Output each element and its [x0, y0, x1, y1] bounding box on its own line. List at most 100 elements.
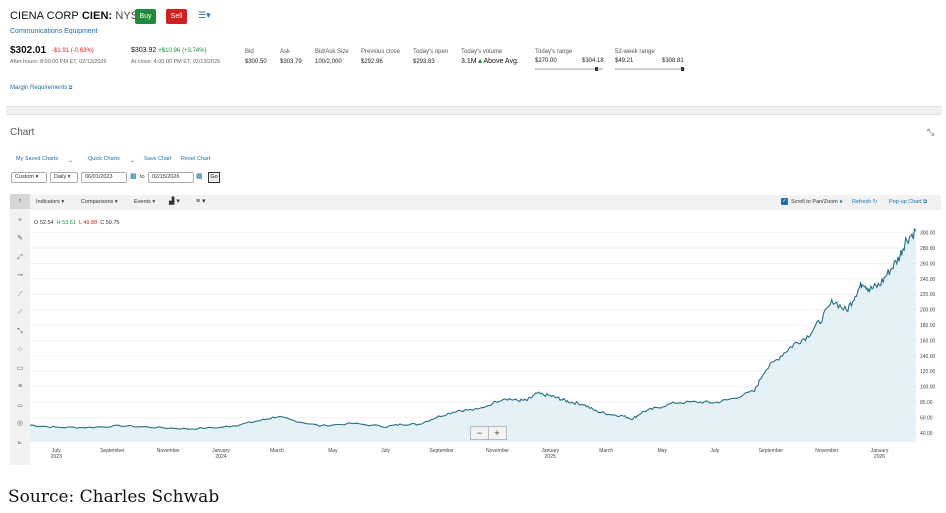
cursor-icon[interactable]: ↑ — [10, 194, 30, 209]
buy-button[interactable]: Buy — [135, 9, 156, 24]
events-menu[interactable]: Events ▾ — [134, 199, 155, 205]
last-price: $302.01 — [10, 45, 47, 56]
segment-icon[interactable]: ⤡ — [10, 324, 30, 339]
zoom-controls[interactable]: − + — [470, 426, 507, 440]
week52-high: $308.81 — [662, 58, 684, 64]
day-range-marker — [595, 67, 599, 71]
calendar-icon[interactable]: ▦ — [130, 172, 137, 180]
projection-icon[interactable]: ⟀ — [10, 435, 30, 450]
volume-note: Above Avg. — [483, 58, 519, 65]
bidask-size-value: 100/2,000 — [315, 59, 342, 65]
help-icon: ● — [839, 199, 843, 205]
arc-icon[interactable]: ⌓ — [10, 398, 30, 413]
day-high: $304.18 — [582, 58, 604, 64]
y-tick-label: 160.00 — [920, 338, 936, 344]
circle-icon[interactable]: ○ — [10, 342, 30, 357]
chevron-down-icon[interactable]: ⌄ — [68, 157, 73, 164]
day-range-label: Today's range — [535, 49, 573, 55]
save-chart-link[interactable]: Save Chart — [144, 156, 172, 162]
company-name: CIENA CORP — [10, 10, 79, 22]
chevron-down-icon[interactable]: ⌄ — [130, 157, 135, 164]
y-tick-label: 220.00 — [920, 292, 936, 298]
x-tick-label: September — [100, 448, 125, 454]
stock-title: CIENA CORP CIEN: NYSE — [10, 10, 146, 22]
x-tick-label: November — [157, 448, 180, 454]
external-link-icon: ⧉ — [67, 85, 73, 91]
range-select[interactable]: Custom ▾ — [11, 172, 47, 183]
source-caption: Source: Charles Schwab — [8, 487, 220, 507]
indicators-menu[interactable]: Indicators ▾ — [36, 199, 64, 205]
go-button[interactable]: Go — [208, 172, 220, 183]
zoom-out-button[interactable]: − — [471, 427, 488, 439]
popup-chart-button[interactable]: Pop-up Chart ⧉ — [889, 199, 927, 206]
close-change: +$10.96 — [158, 48, 181, 54]
x-tick-label: September — [429, 448, 454, 454]
week52-label: 52-week range — [615, 49, 655, 55]
y-tick-label: 120.00 — [920, 369, 936, 375]
x-tick-year-label: 2023 — [51, 454, 62, 460]
expand-icon[interactable]: ⤡ — [927, 127, 934, 138]
zoom-in-button[interactable]: + — [488, 427, 505, 439]
y-tick-label: 180.00 — [920, 323, 936, 329]
list-menu-icon[interactable]: ☰▾ — [198, 10, 211, 21]
reset-chart-link[interactable]: Reset Chart — [181, 156, 210, 162]
from-date-input[interactable]: 06/01/2023 — [81, 172, 127, 183]
x-tick-label: July — [710, 448, 719, 454]
price-chart[interactable] — [30, 228, 919, 442]
channel-icon[interactable]: ≡ — [10, 379, 30, 394]
chart-heading: Chart — [10, 127, 35, 138]
fibonacci-icon[interactable]: ⟋ — [10, 305, 30, 320]
open-label: Today's open — [413, 49, 449, 55]
y-tick-label: 280.00 — [920, 246, 936, 252]
rectangle-icon[interactable]: ▭ — [10, 361, 30, 376]
week52-range-marker — [680, 67, 684, 71]
x-tick-label: November — [815, 448, 838, 454]
ask-value: $303.79 — [280, 59, 302, 65]
y-tick-label: 80.00 — [920, 400, 933, 406]
open-value: $293.83 — [413, 59, 435, 65]
x-tick-year-label: 2024 — [215, 454, 226, 460]
section-divider — [6, 106, 942, 115]
volume-label: Today's volume — [461, 49, 503, 55]
ray-icon[interactable]: ⟋ — [10, 287, 30, 302]
to-date-input[interactable]: 02/15/2026 — [148, 172, 194, 183]
calendar-icon[interactable]: ▦ — [196, 172, 203, 180]
bid-value: $300.50 — [245, 59, 267, 65]
x-tick-year-label: 2025 — [545, 454, 556, 460]
week52-range-bar — [615, 67, 685, 71]
ohlc-readout: O 52.54 H 53.61 L 49.88 C 50.75 — [34, 220, 120, 226]
y-axis: 40.00 60.00 80.00 100.00 120.00 140.00 160.00 1… — [920, 231, 936, 437]
ticker-symbol: CIEN: — [81, 10, 113, 22]
line-tool-icon[interactable]: ⤢ — [10, 250, 30, 265]
close-note: At close: 4:00:00 PM ET, 02/13/2026 — [131, 59, 221, 65]
horizontal-ray-icon[interactable]: ⊸ — [10, 268, 30, 283]
quick-charts-menu[interactable]: Quick Charts — [88, 156, 120, 162]
my-saved-charts-menu[interactable]: My Saved Charts — [16, 156, 58, 162]
x-tick-year-label: 2026 — [874, 454, 885, 460]
refresh-button[interactable]: Refresh ↻ — [852, 199, 877, 205]
annotation-icon[interactable]: ✎ — [10, 231, 30, 246]
y-tick-label: 60.00 — [920, 415, 933, 421]
margin-requirements-link[interactable]: Margin Requirements ⧉ — [10, 85, 72, 91]
scroll-zoom-label: Scroll to Pan/Zoom ● — [791, 199, 843, 205]
comparisons-menu[interactable]: Comparisons ▾ — [81, 199, 118, 205]
x-axis: July2023September November January2024Marc… — [51, 448, 889, 460]
crosshair-icon[interactable]: + — [10, 213, 30, 228]
x-tick-label: May — [657, 448, 667, 454]
prev-close-value: $292.96 — [361, 59, 383, 65]
period-select[interactable]: Daily ▾ — [50, 172, 78, 183]
close-price-block: $303.92 +$10.96 (+3.74%) — [131, 47, 207, 54]
y-tick-label: 300.00 — [920, 231, 936, 237]
chart-type-icon[interactable]: ▟ ▾ — [169, 197, 180, 205]
industry-link[interactable]: Communications Equipment — [10, 28, 98, 35]
x-tick-label: November — [486, 448, 509, 454]
y-tick-label: 100.00 — [920, 385, 936, 391]
sell-button[interactable]: Sell — [166, 9, 187, 24]
scroll-zoom-checkbox[interactable]: ✓ — [781, 198, 788, 205]
y-tick-label: 200.00 — [920, 308, 936, 314]
day-range-bar — [535, 67, 603, 71]
x-tick-label: March — [599, 448, 613, 454]
measure-icon[interactable]: ◎ — [10, 416, 30, 431]
bid-label: Bid — [245, 49, 254, 55]
settings-icon[interactable]: ≡ ▾ — [196, 197, 206, 205]
